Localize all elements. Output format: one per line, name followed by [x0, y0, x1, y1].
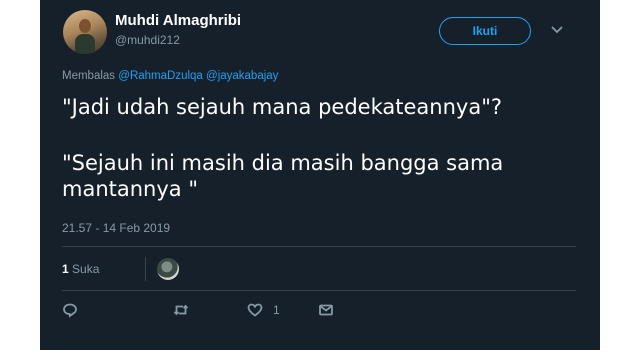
reply-icon: [63, 303, 77, 318]
follow-button[interactable]: Ikuti: [439, 17, 531, 45]
reply-mention-2[interactable]: @jayakabajay: [206, 70, 278, 82]
like-count: 1: [273, 303, 280, 317]
reply-mention-1[interactable]: @RahmaDzulqa: [118, 70, 203, 82]
avatar-figure-body: [75, 34, 95, 54]
reply-context: Membalas @RahmaDzulqa @jayakabajay: [62, 70, 278, 82]
likes-label: Suka: [72, 262, 100, 276]
direct-message-button[interactable]: [318, 302, 334, 318]
likes-summary[interactable]: 1 Suka: [62, 262, 99, 276]
reply-button[interactable]: [62, 302, 78, 318]
liker-avatar[interactable]: [157, 258, 179, 280]
divider-bottom: [62, 290, 576, 291]
reply-prefix: Membalas: [62, 70, 116, 82]
avatar-figure-head: [79, 19, 91, 33]
action-bar: 1: [62, 302, 582, 322]
tweet-paragraph-2: "Sejauh ini masih dia masih bangga sama …: [62, 151, 504, 201]
author-handle[interactable]: @muhdi212: [115, 33, 180, 47]
tweet-timestamp[interactable]: 21.57 - 14 Feb 2019: [62, 221, 170, 235]
retweet-icon: [173, 304, 189, 316]
chevron-down-icon[interactable]: [550, 22, 564, 36]
retweet-button[interactable]: [173, 302, 189, 318]
heart-icon: [247, 303, 263, 317]
author-name[interactable]: Muhdi Almaghribi: [115, 12, 241, 29]
envelope-icon: [319, 304, 333, 316]
tweet-paragraph-1: "Jadi udah sejauh mana pedekateannya"?: [62, 95, 502, 119]
like-button[interactable]: 1: [247, 302, 280, 318]
likes-separator: [145, 257, 146, 281]
likes-count: 1: [62, 262, 69, 276]
tweet-card: Muhdi Almaghribi @muhdi212 Ikuti Membala…: [40, 0, 600, 350]
divider-top: [62, 246, 576, 247]
author-avatar[interactable]: [63, 10, 107, 54]
tweet-text: "Jadi udah sejauh mana pedekateannya"? "…: [62, 94, 582, 202]
